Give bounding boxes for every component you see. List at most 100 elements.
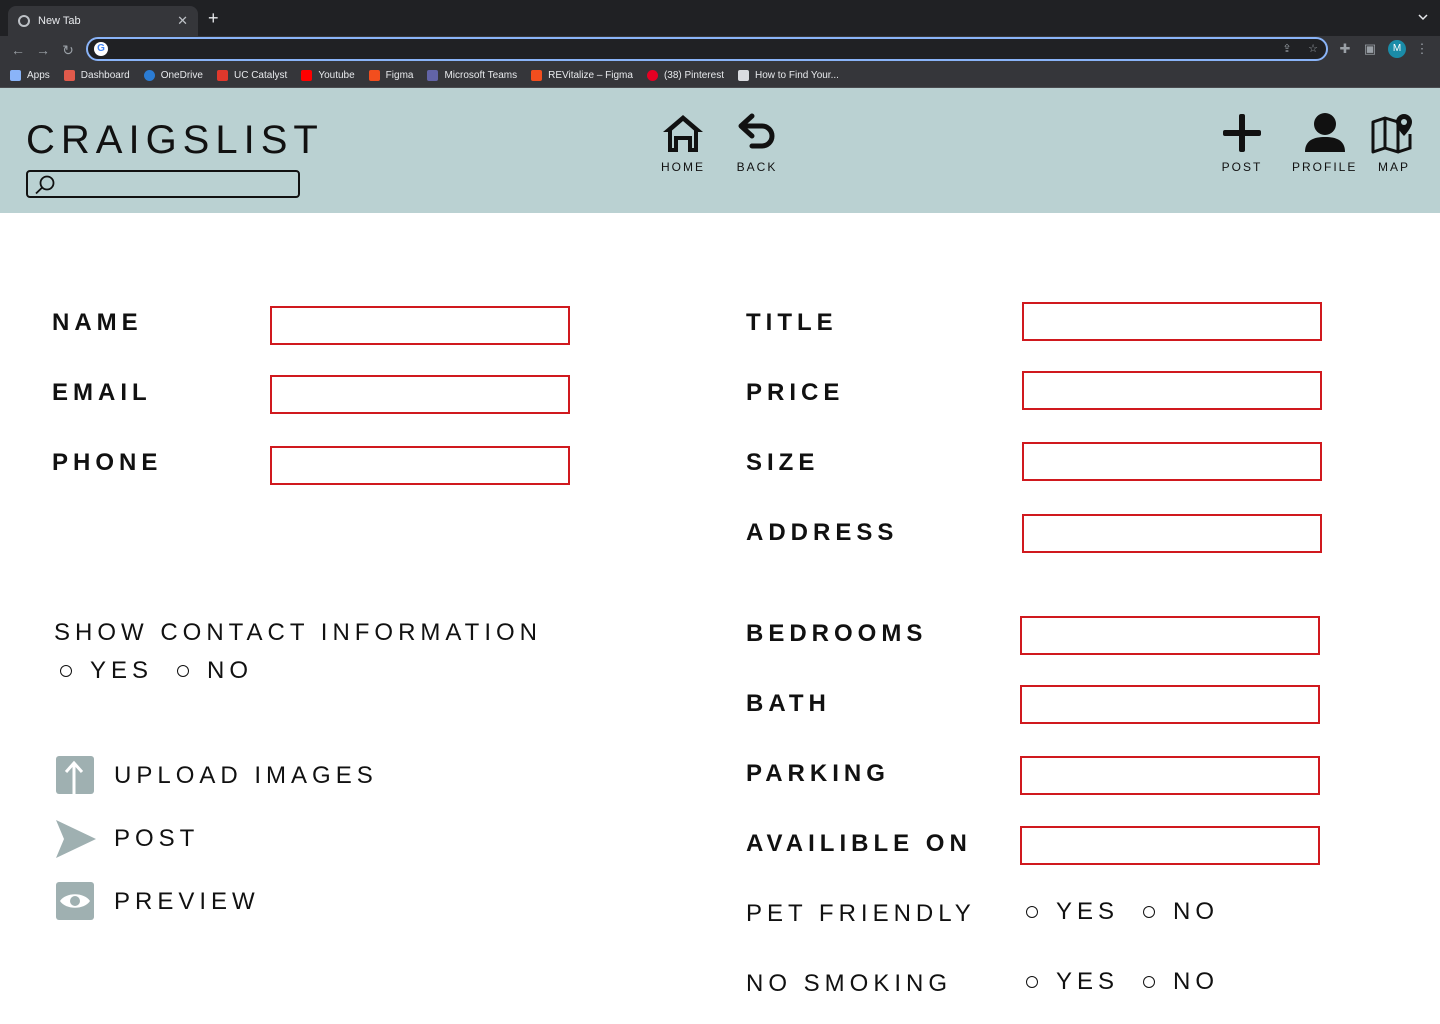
nav-map-label: MAP xyxy=(1377,160,1410,174)
bookmark-dashboard[interactable]: Dashboard xyxy=(63,70,130,81)
no-smoking-label: NO SMOKING xyxy=(746,970,953,997)
new-tab-button[interactable]: + xyxy=(208,9,219,27)
nav-home[interactable]: HOME xyxy=(660,112,706,174)
back-arrow-icon[interactable]: ← xyxy=(8,40,28,60)
pet-friendly-no[interactable]: NO xyxy=(1143,898,1219,926)
upload-images-button[interactable]: UPLOAD IMAGES xyxy=(54,754,378,798)
app-header: CRAIGSLIST HOME BACK POST PROFILE MAP xyxy=(0,88,1440,213)
undo-arrow-icon xyxy=(738,113,775,149)
phone-input[interactable] xyxy=(272,448,568,483)
email-input[interactable] xyxy=(272,377,568,412)
nav-profile[interactable]: PROFILE xyxy=(1292,112,1357,174)
google-icon: G xyxy=(94,42,108,56)
tab-title: New Tab xyxy=(38,15,81,27)
bookmark-figma[interactable]: Figma xyxy=(368,70,413,81)
bookmark-apps[interactable]: Apps xyxy=(10,70,50,81)
preview-button[interactable]: PREVIEW xyxy=(54,880,260,924)
size-input[interactable] xyxy=(1024,444,1320,479)
cloud-icon xyxy=(143,70,155,81)
search-input[interactable] xyxy=(60,174,290,194)
bookmarks-bar: Apps Dashboard OneDrive UC Catalyst Yout… xyxy=(0,64,1440,88)
uc-catalyst-icon xyxy=(216,70,228,81)
tab-close-icon[interactable]: ✕ xyxy=(177,13,188,29)
email-label: EMAIL xyxy=(52,379,152,406)
dashboard-icon xyxy=(63,70,75,81)
bath-label: BATH xyxy=(746,690,831,717)
reading-list-icon[interactable]: ▣ xyxy=(1361,40,1379,58)
available-on-label: AVAILIBLE ON xyxy=(746,830,972,857)
bookmark-uc-catalyst[interactable]: UC Catalyst xyxy=(216,70,287,81)
parking-input[interactable] xyxy=(1022,758,1318,793)
title-label: TITLE xyxy=(746,309,838,336)
browser-tab[interactable]: New Tab ✕ xyxy=(8,6,198,36)
nav-home-label: HOME xyxy=(661,160,705,174)
bookmark-revitalize[interactable]: REVitalize – Figma xyxy=(531,70,633,81)
name-field[interactable] xyxy=(270,306,570,345)
address-bar[interactable]: G ⇪ ☆ xyxy=(86,37,1328,61)
show-contact-yes[interactable]: YES xyxy=(60,657,153,685)
address-input[interactable] xyxy=(114,40,1264,58)
title-field[interactable] xyxy=(1022,302,1322,341)
post-button[interactable]: POST xyxy=(54,817,199,861)
page-icon xyxy=(737,70,749,81)
show-contact-radio-group: YES NO xyxy=(60,657,277,685)
show-contact-no[interactable]: NO xyxy=(177,657,253,685)
extensions-icon[interactable]: ✚ xyxy=(1336,40,1354,58)
bookmark-pinterest[interactable]: (38) Pinterest xyxy=(646,70,724,81)
price-label: PRICE xyxy=(746,379,845,406)
kebab-menu-icon[interactable]: ⋮ xyxy=(1413,40,1431,58)
nav-back-label: BACK xyxy=(736,160,778,174)
bookmark-onedrive[interactable]: OneDrive xyxy=(143,70,203,81)
figma-icon xyxy=(531,70,543,81)
bookmark-teams[interactable]: Microsoft Teams xyxy=(427,70,517,81)
bookmark-how-to[interactable]: How to Find Your... xyxy=(737,70,839,81)
nav-map[interactable]: MAP xyxy=(1370,112,1418,174)
no-smoking-yes[interactable]: YES xyxy=(1026,968,1119,996)
available-on-field[interactable] xyxy=(1020,826,1320,865)
send-icon xyxy=(56,820,96,858)
price-field[interactable] xyxy=(1022,371,1322,410)
share-icon[interactable]: ⇪ xyxy=(1280,42,1294,56)
address-input-field[interactable] xyxy=(1024,516,1320,551)
bath-field[interactable] xyxy=(1020,685,1320,724)
star-icon[interactable]: ☆ xyxy=(1306,42,1320,56)
eye-icon xyxy=(56,882,94,920)
parking-field[interactable] xyxy=(1020,756,1320,795)
price-input[interactable] xyxy=(1024,373,1320,408)
site-logo[interactable]: CRAIGSLIST xyxy=(26,118,324,163)
upload-images-label: UPLOAD IMAGES xyxy=(114,762,378,789)
address-label: ADDRESS xyxy=(746,519,899,546)
radio-circle-icon xyxy=(1026,976,1038,988)
available-on-input[interactable] xyxy=(1022,828,1318,863)
title-input[interactable] xyxy=(1024,304,1320,339)
size-label: SIZE xyxy=(746,449,820,476)
radio-circle-icon xyxy=(1143,976,1156,988)
pet-friendly-yes[interactable]: YES xyxy=(1026,898,1119,926)
email-field[interactable] xyxy=(270,375,570,414)
bedrooms-field[interactable] xyxy=(1020,616,1320,655)
profile-avatar[interactable]: M xyxy=(1388,40,1406,58)
parking-label: PARKING xyxy=(746,760,890,787)
home-icon xyxy=(663,115,703,152)
teams-icon xyxy=(427,70,439,81)
name-label: NAME xyxy=(52,309,143,336)
nav-profile-label: PROFILE xyxy=(1292,160,1358,174)
phone-field[interactable] xyxy=(270,446,570,485)
preview-label: PREVIEW xyxy=(114,888,260,915)
name-input[interactable] xyxy=(272,308,568,343)
size-field[interactable] xyxy=(1022,442,1322,481)
radio-circle-icon xyxy=(177,665,190,677)
reload-icon[interactable]: ↻ xyxy=(58,40,78,60)
address-field[interactable] xyxy=(1022,514,1322,553)
bath-input[interactable] xyxy=(1022,687,1318,722)
bookmark-youtube[interactable]: Youtube xyxy=(301,70,355,81)
nav-back[interactable]: BACK xyxy=(736,112,778,174)
search-box[interactable] xyxy=(26,170,300,198)
bedrooms-input[interactable] xyxy=(1022,618,1318,653)
radio-circle-icon xyxy=(60,665,72,677)
nav-post[interactable]: POST xyxy=(1220,112,1264,174)
no-smoking-no[interactable]: NO xyxy=(1143,968,1219,996)
forward-arrow-icon[interactable]: → xyxy=(33,40,53,60)
nav-post-label: POST xyxy=(1221,160,1263,174)
chevron-down-icon[interactable] xyxy=(1418,12,1428,22)
